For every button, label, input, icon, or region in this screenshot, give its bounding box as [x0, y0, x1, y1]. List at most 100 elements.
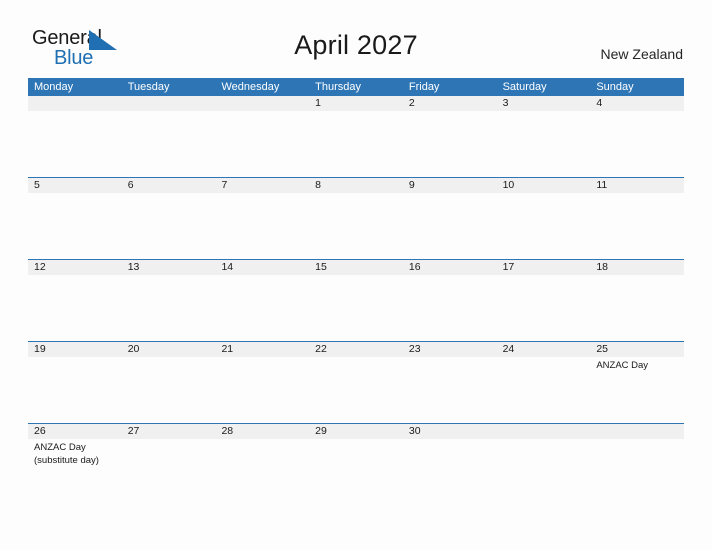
holiday-label: ANZAC Day	[34, 442, 86, 453]
day-events-empty	[28, 193, 122, 259]
day-events: ANZAC Day (substitute day)	[28, 439, 122, 505]
holiday-label: ANZAC Day	[596, 360, 649, 371]
day-events-empty	[122, 357, 216, 423]
day-events-empty	[309, 111, 403, 177]
day-number[interactable]: 17	[497, 260, 591, 275]
day-number[interactable]: 14	[215, 260, 309, 275]
day-number[interactable]: 27	[122, 424, 216, 439]
day-events-empty	[403, 275, 497, 341]
day-events-empty	[403, 357, 497, 423]
day-number[interactable]: 18	[590, 260, 684, 275]
day-number[interactable]: 4	[590, 96, 684, 111]
day-events-empty	[403, 439, 497, 505]
day-events-empty	[215, 439, 309, 505]
day-number[interactable]: 3	[497, 96, 591, 111]
weekday-header-wednesday: Wednesday	[221, 81, 280, 93]
day-events-empty	[215, 275, 309, 341]
holiday-label: (substitute day)	[34, 455, 99, 466]
weekday-header-monday: Monday	[34, 81, 74, 93]
weekday-header-row: Monday Tuesday Wednesday Thursday Friday…	[28, 78, 684, 96]
day-number[interactable]: 23	[403, 342, 497, 357]
day-events-empty	[122, 275, 216, 341]
day-events-empty	[497, 275, 591, 341]
day-number[interactable]: 7	[215, 178, 309, 193]
day-number[interactable]: 30	[403, 424, 497, 439]
weekday-header-thursday: Thursday	[315, 81, 362, 93]
day-events-empty	[28, 275, 122, 341]
day-events-empty	[215, 357, 309, 423]
weekday-header-saturday: Saturday	[502, 81, 547, 93]
day-events-empty	[497, 193, 591, 259]
day-number[interactable]: 22	[309, 342, 403, 357]
day-events-empty	[403, 111, 497, 177]
week-date-band: 19 20 21 22 23 24 25	[28, 342, 684, 357]
day-events-empty	[122, 439, 216, 505]
day-events-empty	[590, 275, 684, 341]
day-events-empty	[309, 275, 403, 341]
day-events-empty	[403, 193, 497, 259]
weekday-header-friday: Friday	[408, 81, 440, 93]
calendar-grid: Monday Tuesday Wednesday Thursday Friday…	[28, 78, 684, 505]
day-number-empty	[497, 424, 591, 439]
day-number[interactable]: 13	[122, 260, 216, 275]
day-events: ANZAC Day	[590, 357, 684, 423]
week-event-body: ANZAC Day	[28, 357, 684, 423]
day-events-empty	[28, 111, 122, 177]
day-events-empty	[215, 111, 309, 177]
day-number[interactable]: 5	[28, 178, 122, 193]
week-date-band: 1234	[28, 96, 684, 111]
day-events-empty	[309, 193, 403, 259]
day-number[interactable]: 10	[497, 178, 591, 193]
day-events-empty	[497, 357, 591, 423]
day-number[interactable]: 9	[403, 178, 497, 193]
day-number[interactable]: 1	[309, 96, 403, 111]
day-events-empty	[590, 193, 684, 259]
week-date-band: 12 13 14 15 16 17 18	[28, 260, 684, 275]
day-number[interactable]: 2	[403, 96, 497, 111]
day-events-empty	[122, 193, 216, 259]
day-number-empty	[122, 96, 216, 111]
day-number[interactable]: 12	[28, 260, 122, 275]
day-number[interactable]: 21	[215, 342, 309, 357]
week-date-band: 5 6 7 8 9 10 11	[28, 178, 684, 193]
day-number[interactable]: 29	[309, 424, 403, 439]
week-event-body	[28, 193, 684, 259]
day-number-empty	[590, 424, 684, 439]
calendar-week-row: 19 20 21 22 23 24 25 ANZAC Day	[28, 341, 684, 423]
day-events-empty	[497, 111, 591, 177]
weekday-header-tuesday: Tuesday	[127, 81, 170, 93]
day-number[interactable]: 8	[309, 178, 403, 193]
calendar-week-row: 26 27 28 29 30 ANZAC Day (substitute day)	[28, 423, 684, 505]
day-number[interactable]: 16	[403, 260, 497, 275]
day-number[interactable]: 28	[215, 424, 309, 439]
day-events-empty	[590, 439, 684, 505]
weekday-header-sunday: Sunday	[596, 81, 634, 93]
day-number[interactable]: 15	[309, 260, 403, 275]
day-events-empty	[590, 111, 684, 177]
day-events-empty	[215, 193, 309, 259]
week-event-body	[28, 111, 684, 177]
week-event-body	[28, 275, 684, 341]
week-date-band: 26 27 28 29 30	[28, 424, 684, 439]
day-events-empty	[28, 357, 122, 423]
calendar-weeks: 1 2 3 4 5 6 7 8 9 10 11 12 13 14 15 16 17 18 19 20 21 22 23 24 2…	[28, 96, 684, 505]
page-header: General Blue April 2027 New Zealand	[0, 0, 712, 78]
day-events-empty	[309, 357, 403, 423]
calendar-week-row: 5 6 7 8 9 10 11	[28, 177, 684, 259]
day-number[interactable]: 25	[590, 342, 684, 357]
day-number[interactable]: 20	[122, 342, 216, 357]
day-events-empty	[309, 439, 403, 505]
region-label: New Zealand	[600, 46, 684, 62]
day-events-empty	[122, 111, 216, 177]
calendar-week-row: 12 13 14 15 16 17 18	[28, 259, 684, 341]
day-number[interactable]: 24	[497, 342, 591, 357]
day-number[interactable]: 26	[28, 424, 122, 439]
calendar-week-row: 1234	[28, 96, 684, 177]
day-number[interactable]: 19	[28, 342, 122, 357]
day-number-empty	[215, 96, 309, 111]
day-number[interactable]: 11	[590, 178, 684, 193]
week-event-body: ANZAC Day (substitute day)	[28, 439, 684, 505]
day-number-empty	[28, 96, 122, 111]
day-number[interactable]: 6	[122, 178, 216, 193]
day-events-empty	[497, 439, 591, 505]
